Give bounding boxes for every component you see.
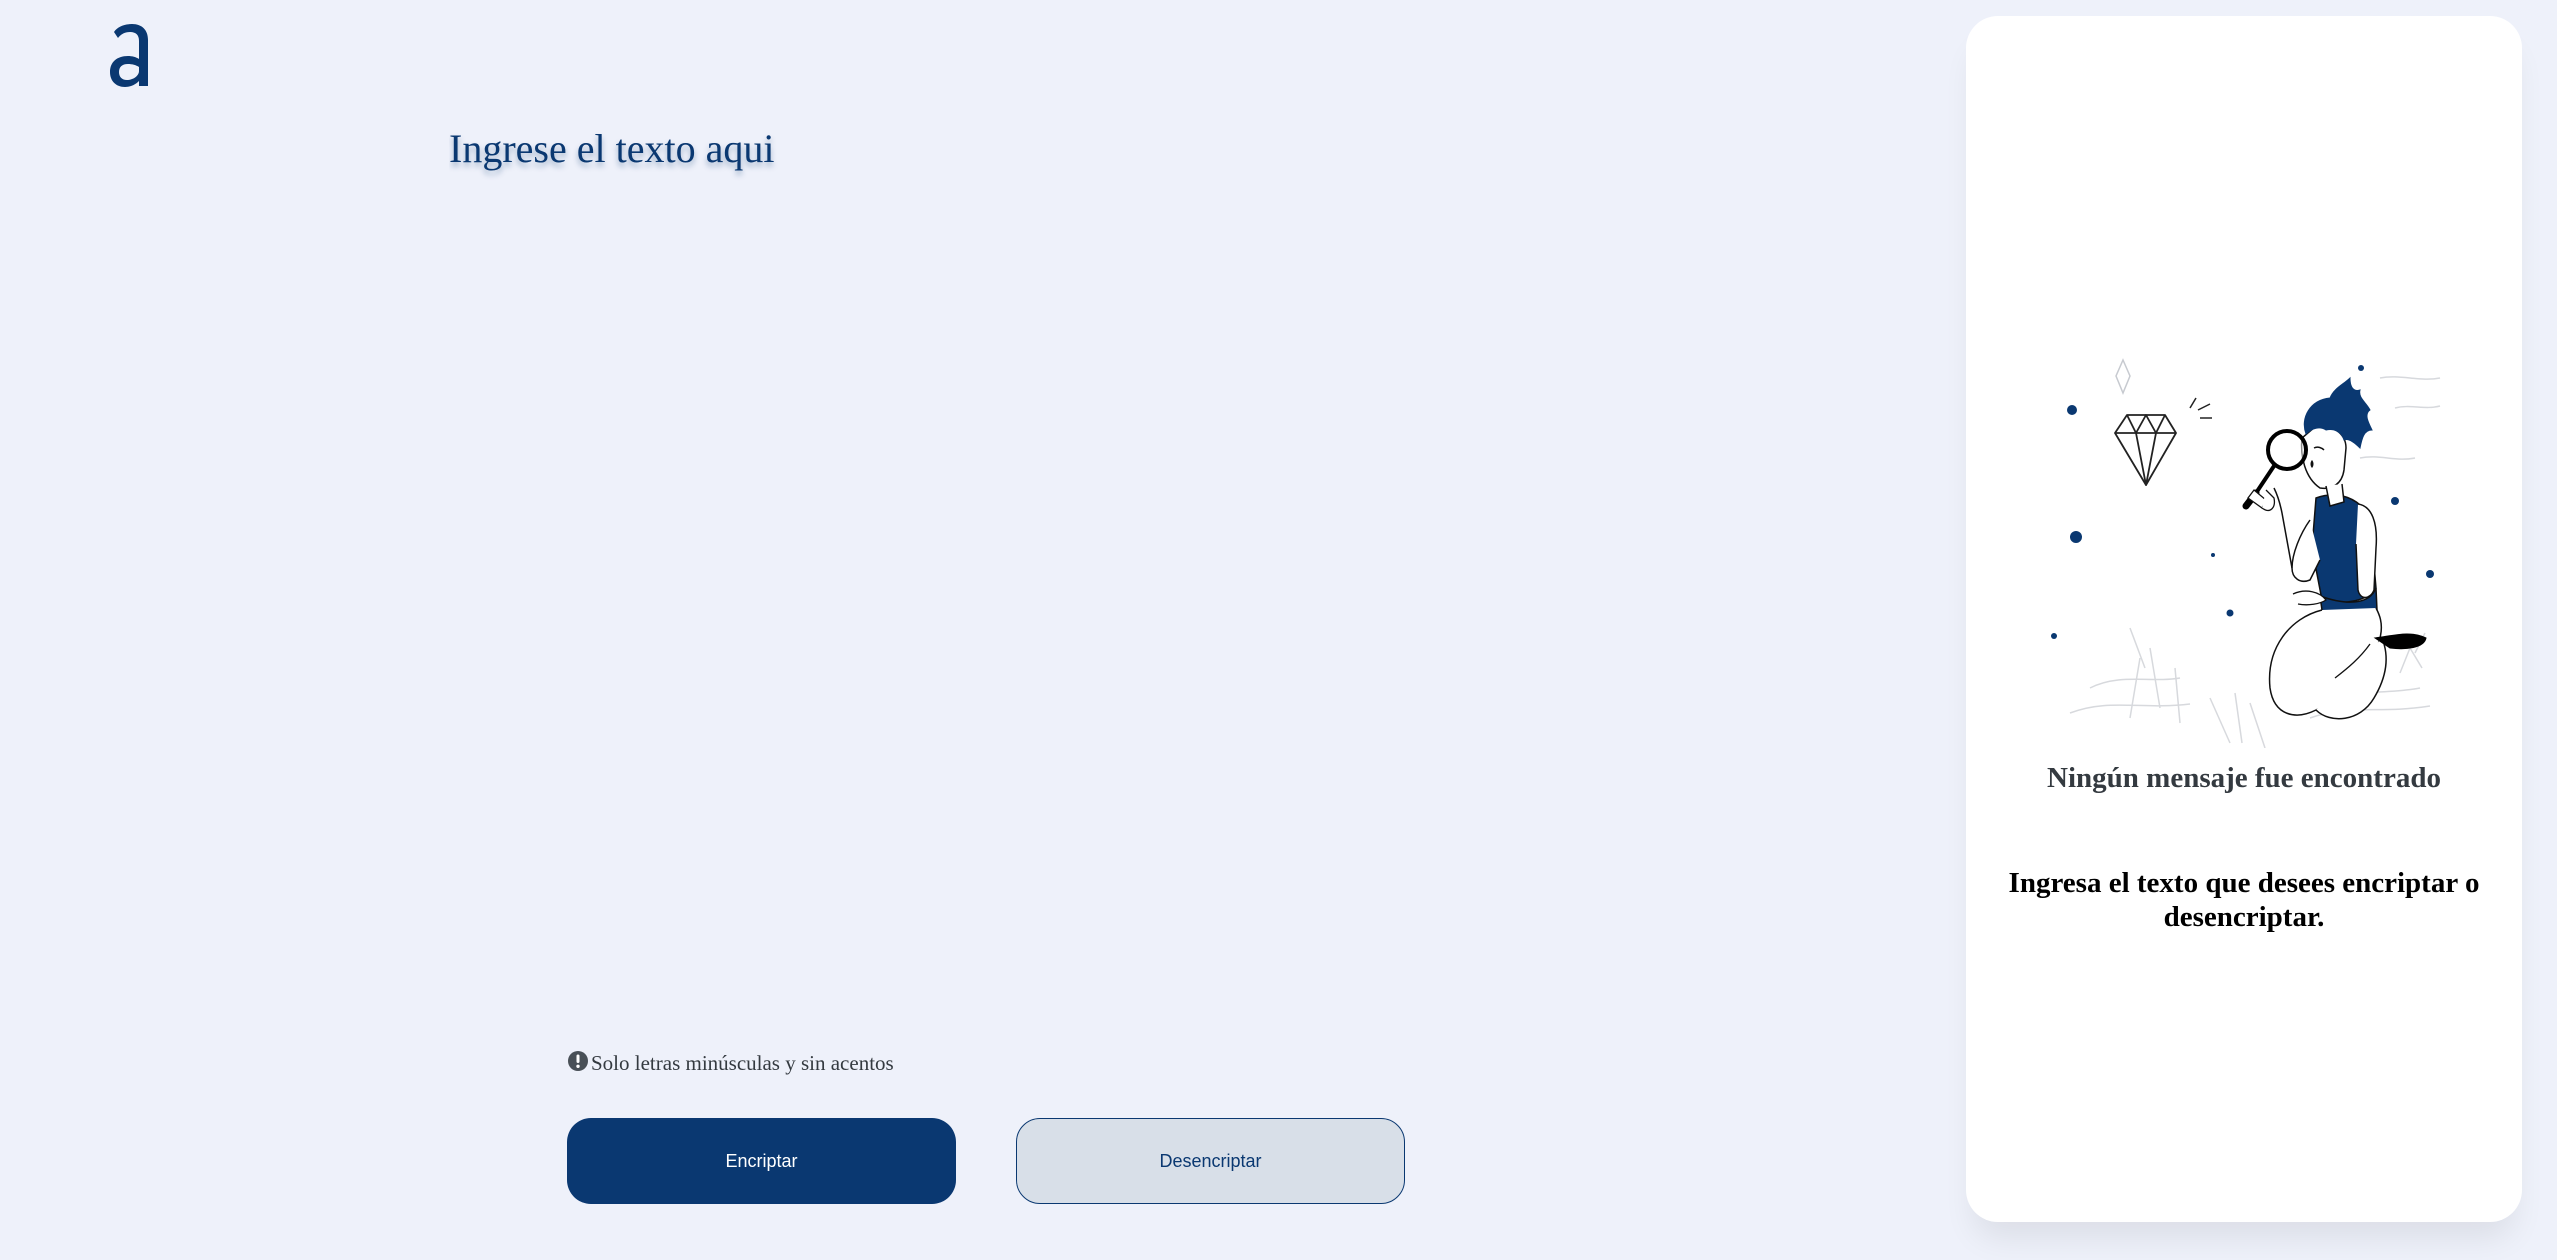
searching-man-illustration xyxy=(2051,358,2441,748)
hint-message: Solo letras minúsculas y sin acentos xyxy=(567,1050,894,1076)
empty-state-text: Ingresa el texto que desees encriptar o … xyxy=(2008,867,2480,933)
decrypt-button[interactable]: Desencriptar xyxy=(1016,1118,1405,1204)
output-panel: Ningún mensaje fue encontrado Ingresa el… xyxy=(1966,16,2522,1222)
encrypt-button[interactable]: Encriptar xyxy=(567,1118,956,1204)
text-input[interactable] xyxy=(449,125,1849,1005)
logo-icon xyxy=(110,24,148,87)
hint-text: Solo letras minúsculas y sin acentos xyxy=(591,1051,894,1075)
exclamation-circle-icon xyxy=(568,1050,588,1071)
empty-state-title: Ningún mensaje fue encontrado xyxy=(2047,762,2441,794)
